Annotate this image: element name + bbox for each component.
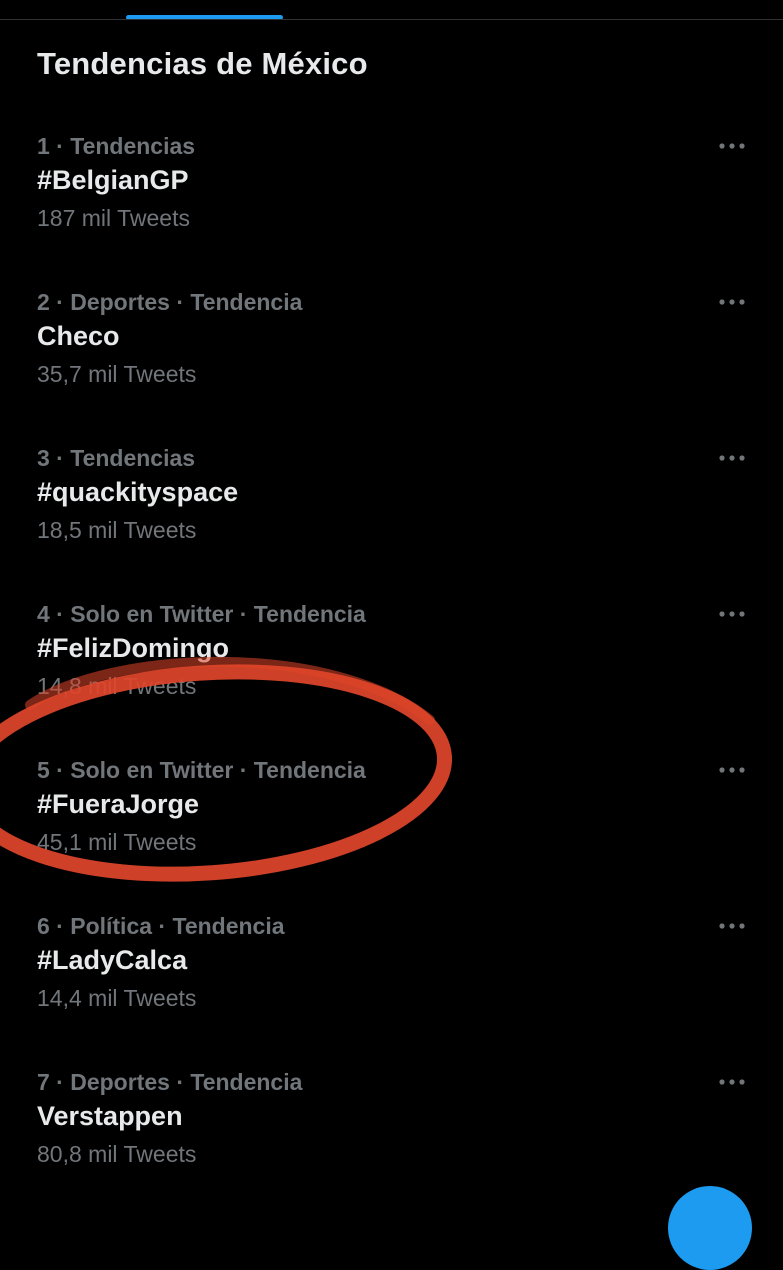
more-horizontal-icon <box>719 455 745 461</box>
trend-meta: 5 · Solo en Twitter · Tendencia <box>37 757 366 783</box>
more-horizontal-icon <box>719 143 745 149</box>
more-horizontal-icon <box>719 923 745 929</box>
trend-name: Verstappen <box>37 1101 183 1131</box>
more-horizontal-icon <box>719 299 745 305</box>
trend-meta: 3 · Tendencias <box>37 445 196 471</box>
more-horizontal-icon <box>719 611 745 617</box>
trend-count: 18,5 mil Tweets <box>37 517 197 543</box>
trend-name: #FueraJorge <box>37 789 200 819</box>
trend-meta: 4 · Solo en Twitter · Tendencia <box>37 601 366 627</box>
trend-item-4[interactable]: 4 · Solo en Twitter · Tendencia #FelizDo… <box>0 601 783 757</box>
trend-item-6[interactable]: 6 · Política · Tendencia #LadyCalca 14,4… <box>0 913 783 1069</box>
compose-button[interactable] <box>668 1186 752 1270</box>
more-options-button[interactable] <box>712 601 752 627</box>
trend-count: 14,4 mil Tweets <box>37 985 197 1011</box>
trend-item-3[interactable]: 3 · Tendencias #quackityspace 18,5 mil T… <box>0 445 783 601</box>
trend-name: #quackityspace <box>37 477 239 507</box>
more-options-button[interactable] <box>712 289 752 315</box>
more-horizontal-icon <box>719 1079 745 1085</box>
trend-item-7[interactable]: 7 · Deportes · Tendencia Verstappen 80,8… <box>0 1069 783 1225</box>
more-options-button[interactable] <box>712 757 752 783</box>
trend-count: 187 mil Tweets <box>37 205 190 231</box>
more-options-button[interactable] <box>712 913 752 939</box>
trend-list: 1 · Tendencias #BelgianGP 187 mil Tweets… <box>0 0 783 1200</box>
trend-meta: 6 · Política · Tendencia <box>37 913 285 939</box>
more-options-button[interactable] <box>712 1069 752 1095</box>
trend-name: Checo <box>37 321 120 351</box>
more-options-button[interactable] <box>712 445 752 471</box>
trend-meta: 2 · Deportes · Tendencia <box>37 289 303 315</box>
trend-name: #LadyCalca <box>37 945 188 975</box>
trend-meta: 7 · Deportes · Tendencia <box>37 1069 303 1095</box>
trend-name: #BelgianGP <box>37 165 189 195</box>
trend-count: 80,8 mil Tweets <box>37 1141 197 1167</box>
trend-name: #FelizDomingo <box>37 633 230 663</box>
trend-item-5[interactable]: 5 · Solo en Twitter · Tendencia #FueraJo… <box>0 757 783 913</box>
trend-item-2[interactable]: 2 · Deportes · Tendencia Checo 35,7 mil … <box>0 289 783 445</box>
more-horizontal-icon <box>719 767 745 773</box>
trend-count: 45,1 mil Tweets <box>37 829 197 855</box>
trend-meta: 1 · Tendencias <box>37 133 196 159</box>
trend-item-1[interactable]: 1 · Tendencias #BelgianGP 187 mil Tweets <box>0 133 783 289</box>
more-options-button[interactable] <box>712 133 752 159</box>
trend-count: 35,7 mil Tweets <box>37 361 197 387</box>
trend-count: 14,8 mil Tweets <box>37 673 197 699</box>
